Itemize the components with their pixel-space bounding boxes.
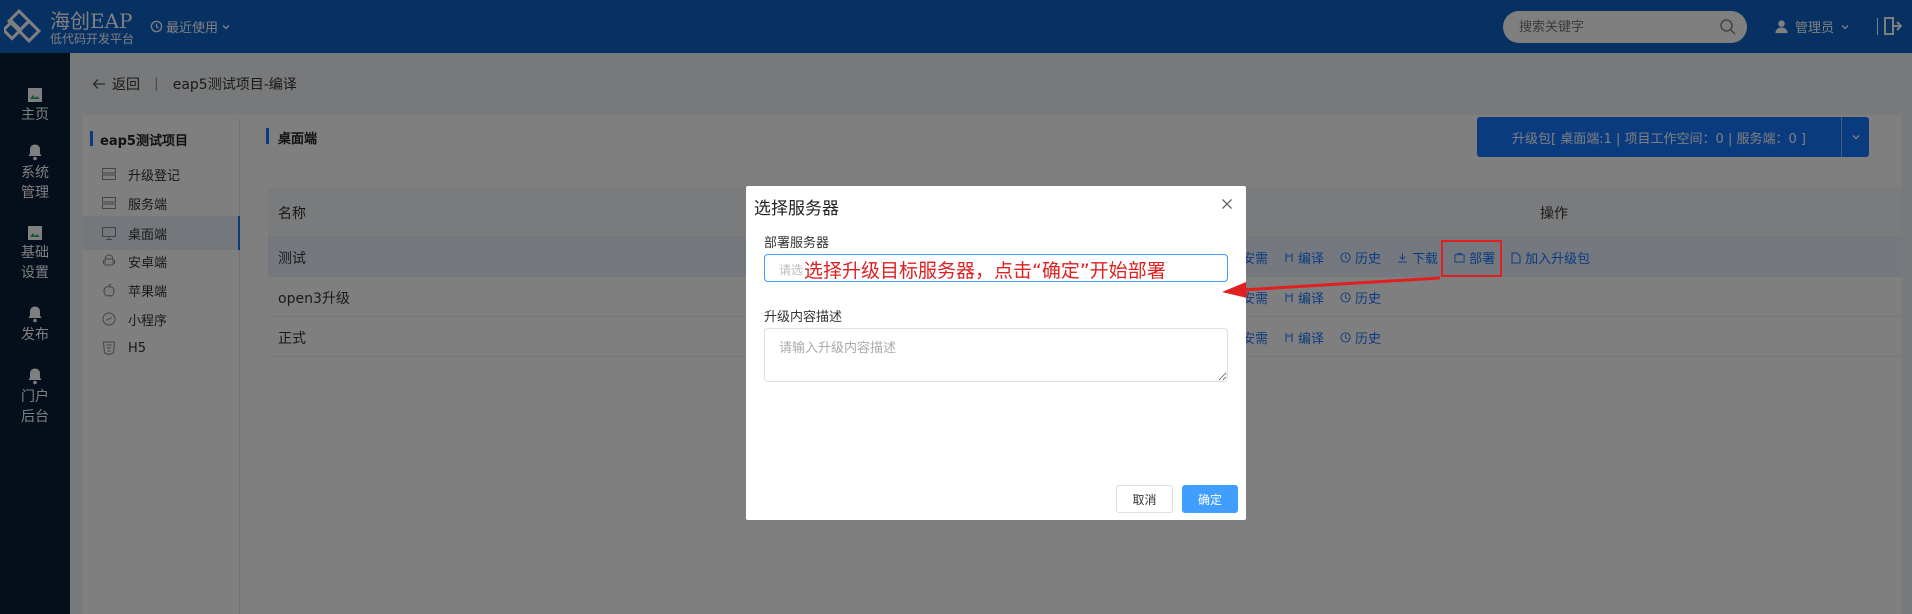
annotation-arrow-icon — [1222, 276, 1441, 298]
